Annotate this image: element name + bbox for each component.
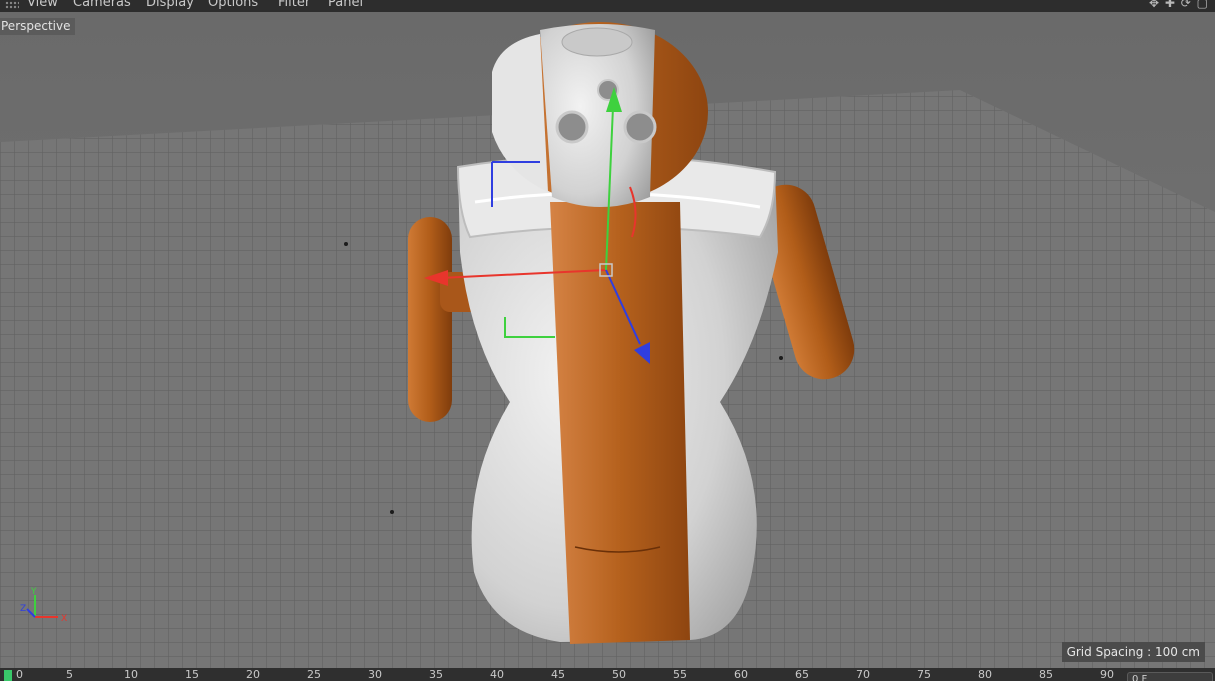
frame-tick: 75: [917, 668, 931, 681]
viewport-scene: Y X Z: [0, 12, 1215, 668]
frame-tick: 15: [185, 668, 199, 681]
panel-grip-icon[interactable]: [5, 1, 19, 9]
frame-tick: 80: [978, 668, 992, 681]
perspective-viewport[interactable]: Y X Z Perspective Grid Spacing : 100 cm: [0, 12, 1215, 668]
frame-tick: 90: [1100, 668, 1114, 681]
view-navigation-icons[interactable]: ✥ ✚ ⟳ ▢: [1149, 0, 1209, 10]
axis-y-label: Y: [30, 587, 37, 597]
menu-filter[interactable]: Filter: [278, 0, 310, 10]
menu-options[interactable]: Options: [208, 0, 258, 10]
cinema4d-window: View Cameras Display Options Filter Pane…: [0, 0, 1215, 681]
axis-z-label: Z: [20, 604, 26, 614]
menu-cameras[interactable]: Cameras: [73, 0, 131, 10]
frame-tick: 45: [551, 668, 565, 681]
menu-display[interactable]: Display: [146, 0, 194, 10]
frame-tick: 70: [856, 668, 870, 681]
view-name-label: Perspective: [0, 18, 75, 35]
frame-tick: 20: [246, 668, 260, 681]
frame-tick: 10: [124, 668, 138, 681]
viewport-menubar: View Cameras Display Options Filter Pane…: [0, 0, 1215, 12]
frame-tick: 65: [795, 668, 809, 681]
frame-tick: 30: [368, 668, 382, 681]
timeline-playhead[interactable]: [4, 670, 12, 681]
axis-x-label: X: [61, 614, 67, 624]
grid-spacing-label: Grid Spacing : 100 cm: [1061, 642, 1205, 662]
frame-tick: 5: [66, 668, 73, 681]
timeline-ruler[interactable]: 0 5 10 15 20 25 30 35 40 45 50 55 60 65 …: [0, 668, 1215, 681]
frame-tick: 50: [612, 668, 626, 681]
frame-tick: 25: [307, 668, 321, 681]
frame-tick: 0: [16, 668, 23, 681]
frame-tick: 85: [1039, 668, 1053, 681]
current-frame-field[interactable]: 0 F: [1127, 672, 1213, 681]
frame-tick: 35: [429, 668, 443, 681]
menu-panel[interactable]: Panel: [328, 0, 363, 10]
frame-tick: 55: [673, 668, 687, 681]
frame-tick: 60: [734, 668, 748, 681]
menu-view[interactable]: View: [27, 0, 58, 10]
frame-tick: 40: [490, 668, 504, 681]
